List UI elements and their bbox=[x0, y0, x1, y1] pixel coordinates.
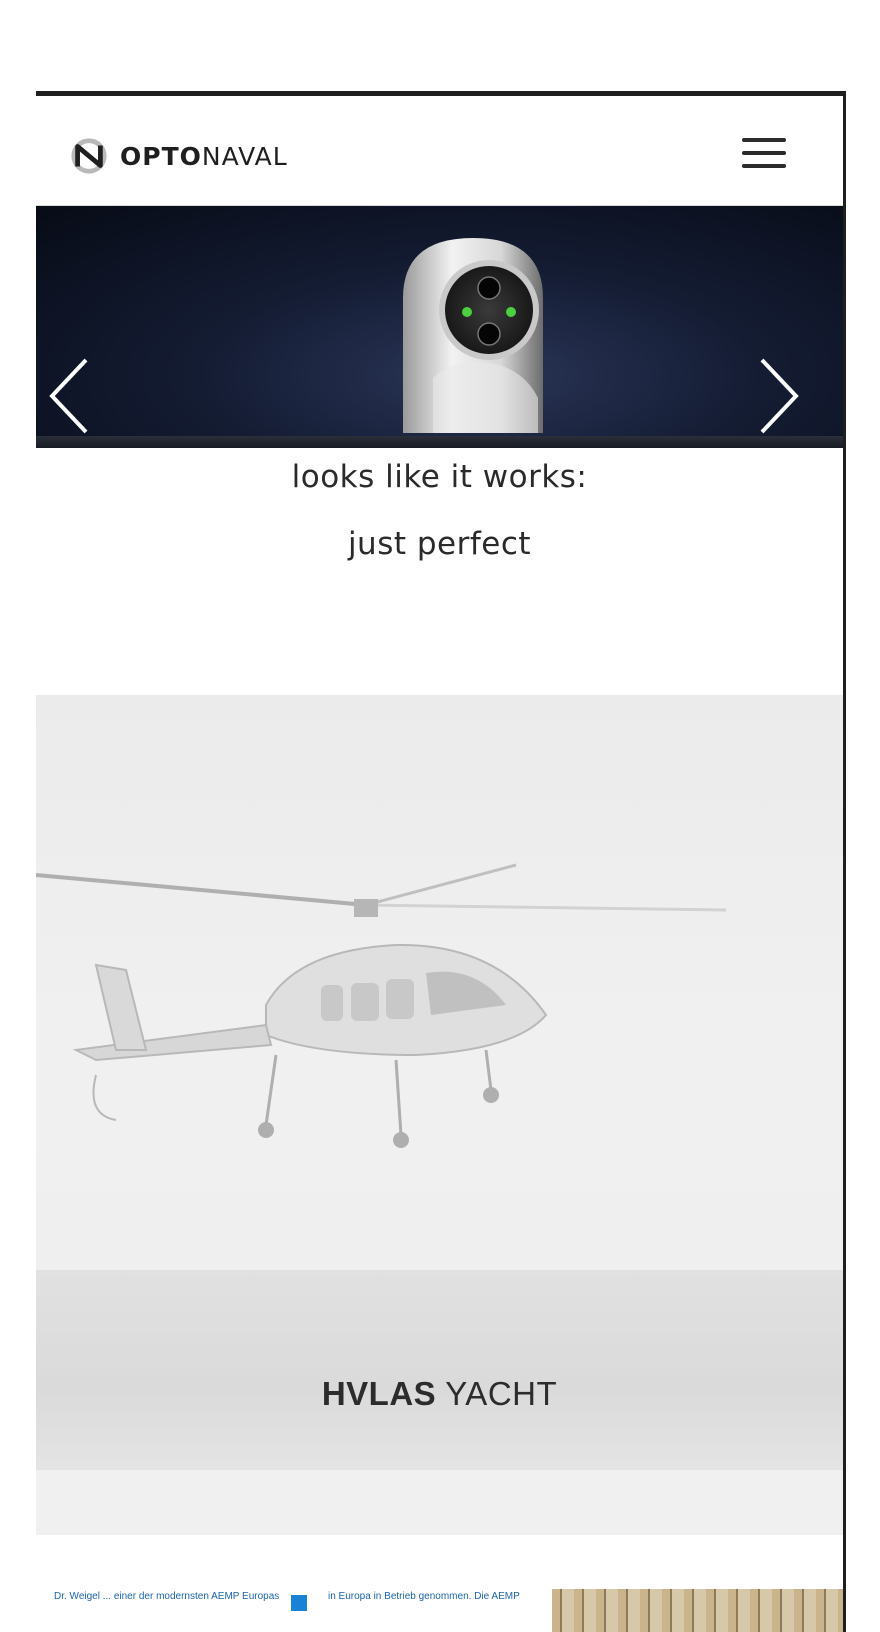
optonaval-logo-icon bbox=[71, 138, 107, 174]
tagline-line-1: looks like it works: bbox=[291, 459, 588, 495]
news-item-3-image[interactable] bbox=[552, 1589, 843, 1632]
hamburger-menu-icon[interactable] bbox=[742, 138, 786, 168]
hamburger-line bbox=[742, 164, 786, 168]
logo-wordmark: OPTONAVAL bbox=[120, 142, 288, 171]
thermal-camera-image bbox=[403, 238, 543, 433]
chevron-left-icon[interactable] bbox=[46, 356, 92, 436]
feature-title-bold: HVLAS bbox=[321, 1375, 437, 1412]
news-item-1-text[interactable]: Dr. Weigel ... einer der modernsten AEMP… bbox=[54, 1591, 279, 1602]
feature-bottom-band bbox=[36, 1470, 843, 1535]
tagline-line-2: just perfect bbox=[347, 526, 532, 562]
hamburger-line bbox=[742, 151, 786, 155]
hamburger-line bbox=[742, 138, 786, 142]
news-item-2-text[interactable]: in Europa in Betrieb genommen. Die AEMP bbox=[328, 1591, 520, 1602]
news-strip: Dr. Weigel ... einer der modernsten AEMP… bbox=[36, 1535, 843, 1632]
yacht-deck-image bbox=[36, 1270, 843, 1470]
optonaval-logo[interactable]: OPTONAVAL bbox=[70, 136, 288, 176]
feature-title-light: YACHT bbox=[445, 1375, 558, 1412]
page-frame: OPTONAVAL looks like it works: just perf… bbox=[36, 91, 846, 1632]
hero-slider bbox=[36, 206, 843, 448]
helicopter-image bbox=[36, 863, 727, 1148]
news-badge-icon bbox=[291, 1595, 307, 1611]
feature-card-hvlas-yacht[interactable]: HVLAS YACHT bbox=[36, 695, 843, 1535]
logo-wordmark-light: NAVAL bbox=[201, 141, 288, 171]
chevron-right-icon[interactable] bbox=[756, 356, 802, 436]
site-header: OPTONAVAL bbox=[36, 96, 843, 206]
logo-wordmark-bold: OPTO bbox=[120, 141, 202, 171]
hero-floor bbox=[36, 436, 843, 448]
feature-title: HVLAS YACHT bbox=[36, 1375, 843, 1413]
